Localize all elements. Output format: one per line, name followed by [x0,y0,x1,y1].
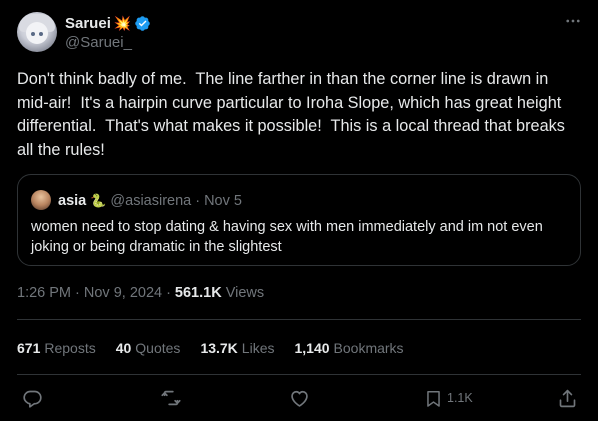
author-name-row[interactable]: Saruei 💥 [65,13,151,33]
quote-separator: · [195,193,201,209]
stat-value: 671 [17,340,41,356]
stat-quotes[interactable]: 40 Quotes [116,340,181,356]
stat-label: Bookmarks [333,340,404,356]
divider [17,374,581,375]
explosion-emoji-icon: 💥 [113,14,132,31]
quoted-tweet[interactable]: asia 🐍 @asiasirena · Nov 5 women need to… [17,174,581,266]
stat-value: 1,140 [294,340,330,356]
more-options-button[interactable] [562,12,584,30]
avatar-face [26,22,48,44]
stat-likes[interactable]: 13.7K Likes [200,340,274,356]
meta-separator: · [166,285,171,301]
tweet-detail: Saruei 💥 @Saruei_ Don't think badly of m… [0,0,598,421]
avatar-eye [39,32,43,36]
action-bar: 1.1K [0,384,598,412]
author-display-name[interactable]: Saruei [65,15,111,32]
share-icon [559,389,576,407]
author-avatar[interactable] [17,12,57,52]
tweet-text: Don't think badly of me. The line farthe… [17,70,570,159]
bookmark-button[interactable]: 1.1K [424,386,473,410]
like-button[interactable] [289,386,310,410]
views-label: Views [225,285,265,301]
share-button[interactable] [557,386,578,410]
views-count: 561.1K [174,285,222,301]
heart-icon [291,390,308,407]
quote-date[interactable]: Nov 5 [204,193,242,209]
snake-emoji-icon: 🐍 [90,193,107,208]
stat-label: Quotes [135,340,181,356]
tweet-meta: 1:26 PM · Nov 9, 2024 · 561.1K Views [17,285,264,301]
quote-header: asia 🐍 @asiasirena · Nov 5 [58,191,242,211]
avatar-eye [31,32,35,36]
quote-text: women need to stop dating & having sex w… [31,219,543,255]
reply-button[interactable] [22,386,43,410]
stat-label: Likes [241,340,275,356]
bookmark-count: 1.1K [447,391,473,405]
more-dots-icon [566,19,580,23]
verified-badge-icon [134,15,151,32]
reply-icon [23,390,42,408]
author-handle[interactable]: @Saruei_ [65,34,132,51]
repost-icon [161,390,181,406]
quote-author-name[interactable]: asia [58,193,86,209]
stat-bookmarks[interactable]: 1,140 Bookmarks [294,340,403,356]
quote-author-avatar[interactable] [31,190,51,210]
repost-button[interactable] [160,386,182,410]
engagement-stats: 671 Reposts 40 Quotes 13.7K Likes 1,140 … [17,340,424,356]
stat-reposts[interactable]: 671 Reposts [17,340,96,356]
stat-value: 13.7K [200,340,238,356]
quote-author-handle[interactable]: @asiasirena [110,193,191,209]
stat-label: Reposts [44,340,96,356]
divider [17,319,581,320]
stat-value: 40 [115,340,132,356]
bookmark-icon [427,390,440,407]
tweet-timestamp[interactable]: 1:26 PM · Nov 9, 2024 [17,285,162,301]
